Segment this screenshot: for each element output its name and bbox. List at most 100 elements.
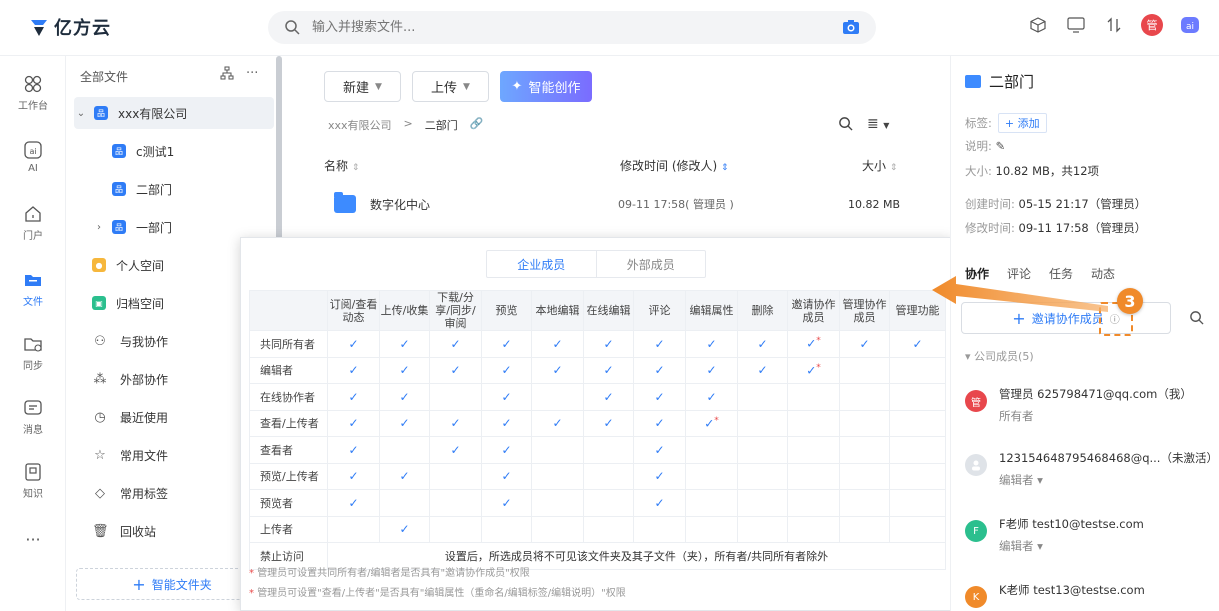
permission-table: 订阅/查看动态 上传/收集 下载/分享/同步/审阅 预览 本地编辑 在线编辑 评论 编辑属性删… xyxy=(249,290,946,570)
rail-label: 文件 xyxy=(23,297,43,308)
empty-cell xyxy=(531,515,584,543)
role-label: 查看/上传者 xyxy=(249,409,328,437)
check-icon: ✓ xyxy=(633,436,686,464)
app-logo[interactable]: 亿方云 xyxy=(28,14,111,40)
caret-down-icon: ▼ xyxy=(463,81,470,92)
search-input[interactable] xyxy=(312,17,812,38)
empty-cell xyxy=(889,409,946,437)
tab-internal-members[interactable]: 企业成员 xyxy=(487,251,597,277)
tree-item-ctest[interactable]: 品 c测试1 xyxy=(112,135,272,167)
empty-cell xyxy=(583,462,634,490)
empty-cell xyxy=(787,383,840,411)
cube-icon[interactable] xyxy=(1027,14,1049,36)
rail-label: 门户 xyxy=(23,231,43,242)
member-group-header[interactable]: ▾ 公司成员(5) xyxy=(965,348,1034,364)
check-icon: ✓* xyxy=(787,356,840,384)
member-name: F老师 test10@testse.com xyxy=(999,517,1144,531)
breadcrumb: xxx有限公司 > 二部门 🔗 xyxy=(328,117,483,133)
tree-item-label: 个人空间 xyxy=(116,258,165,273)
tree-item-dept2[interactable]: 品 二部门 xyxy=(112,173,272,205)
rail-label: 知识 xyxy=(23,489,43,500)
permission-row: 预览/上传者 ✓ ✓ ✓ ✓ xyxy=(249,462,946,490)
column-mtime[interactable]: 修改时间 (修改人) ⇕ xyxy=(620,157,729,174)
chevron-down-icon[interactable]: ⌄ xyxy=(74,108,88,119)
collaborate-icon: ⚇ xyxy=(94,333,106,349)
check-icon: ✓ xyxy=(481,356,532,384)
empty-cell xyxy=(889,489,946,517)
crumb-separator: > xyxy=(403,117,413,130)
home-icon xyxy=(25,206,41,222)
permission-column-header: 编辑属性 xyxy=(685,290,738,331)
member-role-dropdown[interactable]: 编辑者 ▾ xyxy=(999,472,1043,488)
empty-cell xyxy=(839,515,890,543)
transfer-icon[interactable] xyxy=(1103,14,1125,36)
permission-row: 共同所有者 ✓ ✓ ✓ ✓ ✓ ✓ ✓ ✓ ✓ ✓* ✓ ✓ xyxy=(249,330,946,358)
link-icon[interactable]: 🔗 xyxy=(470,117,484,133)
column-size[interactable]: 大小 ⇕ xyxy=(862,157,897,174)
file-row[interactable]: 数字化中心 09-11 17:58( 管理员 ) 10.82 MB xyxy=(334,192,904,216)
check-icon: ✓ xyxy=(531,356,584,384)
new-button[interactable]: 新建 ▼ xyxy=(324,71,401,102)
member-search-icon[interactable] xyxy=(1189,310,1204,329)
avatar: K xyxy=(965,586,987,608)
column-name[interactable]: 名称 ⇕ xyxy=(324,157,359,174)
rail-portal[interactable]: 门户 xyxy=(0,204,66,242)
rail-label: 同步 xyxy=(23,361,43,372)
check-icon: ✓ xyxy=(633,330,686,358)
org-chart-icon[interactable] xyxy=(220,66,234,84)
screen-share-icon[interactable] xyxy=(1065,14,1087,36)
permission-row: 查看者 ✓ ✓ ✓ ✓ xyxy=(249,436,946,464)
member-name: 管理员 625798471@qq.com（我） xyxy=(999,387,1192,401)
rail-more-icon[interactable]: ··· xyxy=(0,530,66,549)
member-role-dropdown[interactable]: 编辑者 ▾ xyxy=(999,538,1043,554)
member-name: 123154648795468468@q...（未激活） xyxy=(999,451,1218,465)
list-view-icon[interactable]: ≣ ▼ xyxy=(867,116,889,135)
add-tag-button[interactable]: + 添加 xyxy=(997,113,1047,133)
check-icon: ✓ xyxy=(379,356,430,384)
check-icon: ✓ xyxy=(481,409,532,437)
check-icon: ✓ xyxy=(481,436,532,464)
check-icon: ✓ xyxy=(379,409,430,437)
empty-cell xyxy=(685,489,738,517)
empty-cell xyxy=(429,489,482,517)
crumb-root[interactable]: xxx有限公司 xyxy=(328,117,392,133)
tab-external-members[interactable]: 外部成员 xyxy=(597,251,706,277)
rail-workbench[interactable]: 工作台 xyxy=(0,74,66,112)
edit-pencil-icon[interactable]: ✎ xyxy=(996,139,1006,153)
empty-cell xyxy=(327,515,380,543)
empty-cell xyxy=(429,462,482,490)
empty-cell xyxy=(839,356,890,384)
permission-row: 编辑者 ✓ ✓ ✓ ✓ ✓ ✓ ✓ ✓ ✓ ✓* xyxy=(249,356,946,384)
check-icon: ✓ xyxy=(327,409,380,437)
tree-item-company[interactable]: ⌄ 品 xxx有限公司 xyxy=(74,97,274,129)
check-icon: ✓ xyxy=(583,356,634,384)
empty-cell xyxy=(737,515,788,543)
chevron-right-icon[interactable]: › xyxy=(92,222,106,233)
tree-item-label: 最近使用 xyxy=(120,410,169,425)
empty-cell xyxy=(737,409,788,437)
tree-item-label: 二部门 xyxy=(136,182,173,197)
rail-knowledge[interactable]: 知识 xyxy=(0,462,66,500)
check-icon: ✓ xyxy=(327,489,380,517)
rail-ai[interactable]: ai AI xyxy=(0,140,66,174)
search-icon[interactable] xyxy=(838,116,853,135)
more-icon[interactable]: ··· xyxy=(246,66,258,84)
search-bar[interactable] xyxy=(268,11,876,44)
ai-assistant-icon[interactable]: ai xyxy=(1179,14,1201,36)
left-rail: 工作台 ai AI 门户 文件 同步 消息 知识 ··· xyxy=(0,56,66,611)
ai-create-button[interactable]: ✦ 智能创作 xyxy=(500,71,592,102)
rail-files[interactable]: 文件 xyxy=(0,270,66,308)
role-label: 预览/上传者 xyxy=(249,462,328,490)
trash-icon: 🗑 xyxy=(92,523,109,539)
folder-icon xyxy=(965,75,981,88)
rail-sync[interactable]: 同步 xyxy=(0,334,66,372)
rail-messages[interactable]: 消息 xyxy=(0,398,66,436)
member-type-tabs: 企业成员 外部成员 xyxy=(486,250,706,278)
note-1: 管理员可设置共同所有者/编辑者是否具有"邀请协作成员"权限 xyxy=(257,568,530,579)
user-avatar[interactable]: 管 xyxy=(1141,14,1163,36)
permission-column-header: 在线编辑 xyxy=(583,290,634,331)
upload-button[interactable]: 上传 ▼ xyxy=(412,71,489,102)
camera-search-icon[interactable] xyxy=(842,19,860,35)
permission-header-row: 订阅/查看动态 上传/收集 下载/分享/同步/审阅 预览 本地编辑 在线编辑 评论 编辑属性删… xyxy=(249,290,946,331)
logo-icon xyxy=(31,20,47,36)
